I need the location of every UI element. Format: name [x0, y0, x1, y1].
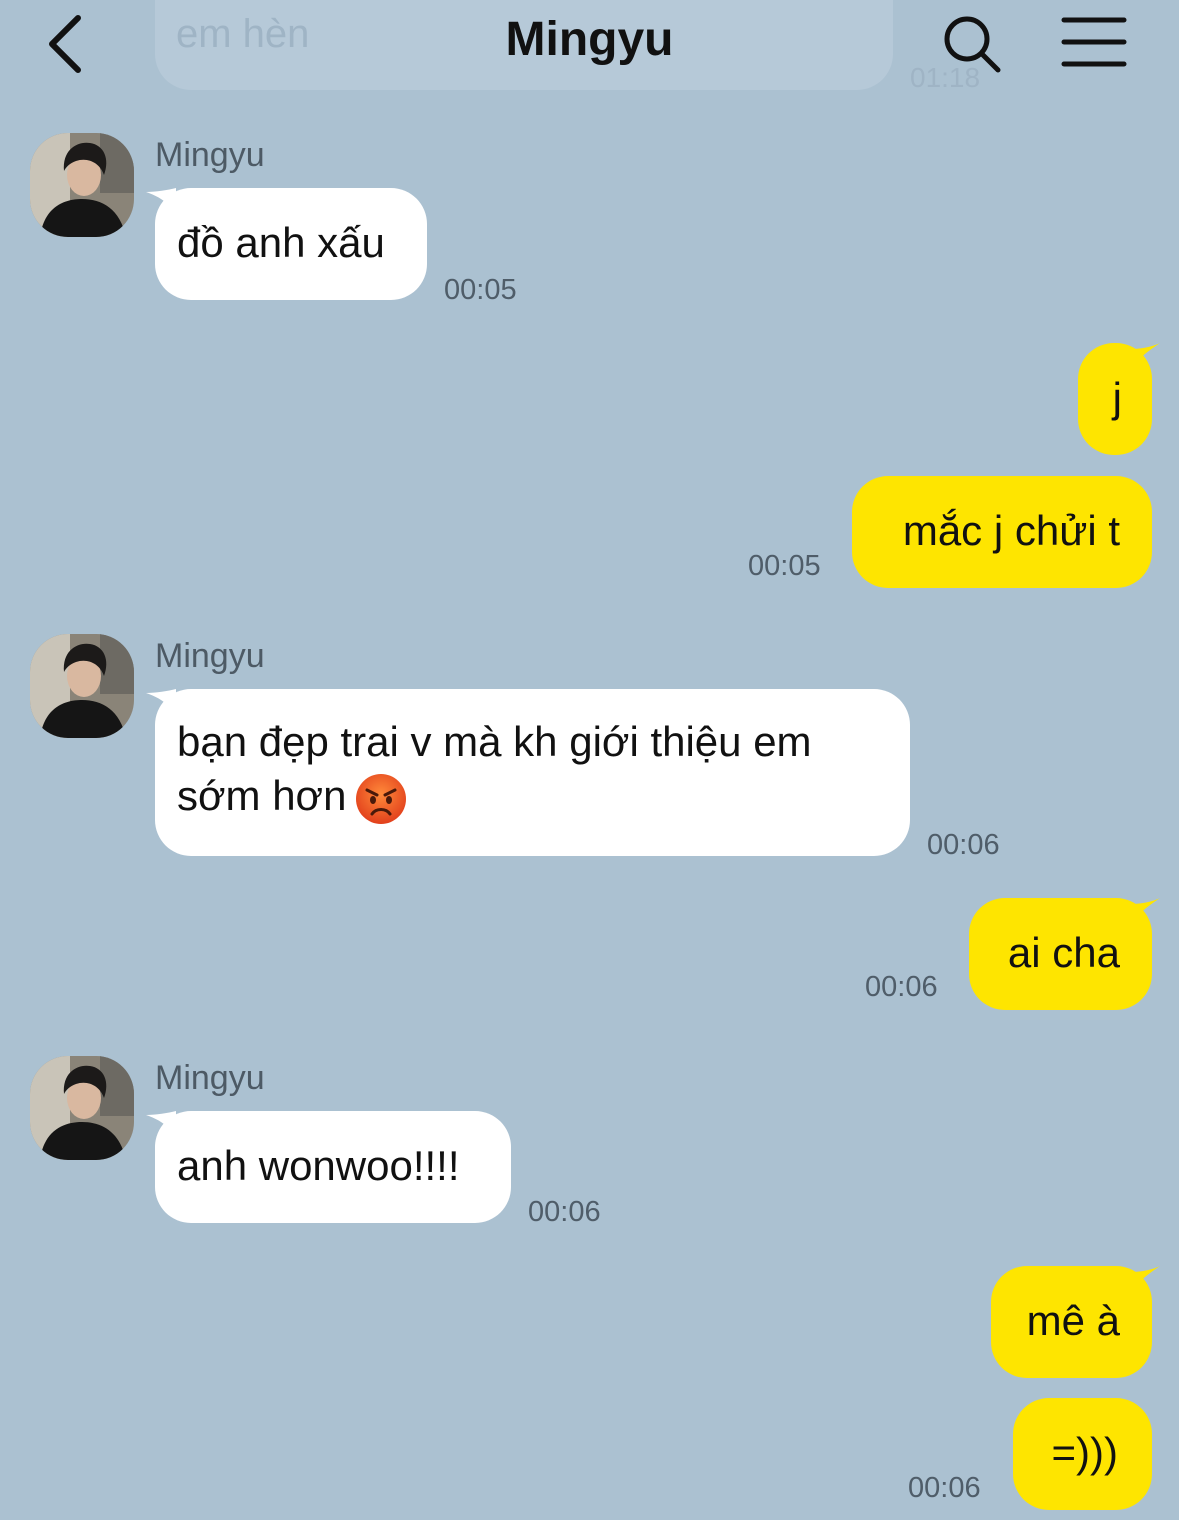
menu-icon[interactable] — [1060, 14, 1128, 70]
message-bubble-outgoing[interactable]: mê à — [991, 1266, 1152, 1378]
message-time: 00:06 — [927, 829, 1000, 861]
message-text: đồ anh xấu — [177, 219, 385, 266]
angry-face-emoji — [356, 773, 407, 824]
message-text: anh wonwoo!!!! — [177, 1142, 460, 1189]
message-text-line-2: sớm hơn — [177, 769, 886, 826]
message-text-line-1: bạn đẹp trai v mà kh giới thiệu em — [177, 718, 812, 765]
sender-name: Mingyu — [155, 637, 265, 675]
message-time: 00:06 — [528, 1196, 601, 1228]
message-text: mắc j chửi t — [902, 507, 1120, 554]
message-text: =))) — [1051, 1429, 1119, 1476]
message-time: 00:05 — [444, 274, 517, 306]
sender-name: Mingyu — [155, 1059, 265, 1097]
avatar[interactable] — [30, 133, 134, 237]
message-bubble-outgoing[interactable]: mắc j chửi t — [852, 476, 1152, 588]
message-bubble-incoming[interactable]: anh wonwoo!!!! — [155, 1111, 511, 1223]
message-text: mê à — [1026, 1297, 1120, 1344]
message-text: sớm hơn — [177, 772, 347, 819]
avatar[interactable] — [30, 1056, 134, 1160]
message-time: 00:06 — [908, 1472, 981, 1504]
message-text: ai cha — [1007, 929, 1120, 976]
message-time: 00:06 — [865, 971, 938, 1003]
message-bubble-outgoing[interactable]: j — [1078, 343, 1152, 455]
message-time: 00:05 — [748, 550, 821, 582]
message-bubble-incoming[interactable]: bạn đẹp trai v mà kh giới thiệu em sớm h… — [155, 689, 910, 856]
message-bubble-outgoing[interactable]: ai cha — [969, 898, 1152, 1010]
avatar[interactable] — [30, 634, 134, 738]
search-icon[interactable] — [940, 12, 1004, 76]
sender-name: Mingyu — [155, 136, 265, 174]
message-text: j — [1112, 374, 1122, 421]
message-bubble-outgoing[interactable]: =))) — [1013, 1398, 1152, 1510]
message-bubble-incoming[interactable]: đồ anh xấu — [155, 188, 427, 300]
